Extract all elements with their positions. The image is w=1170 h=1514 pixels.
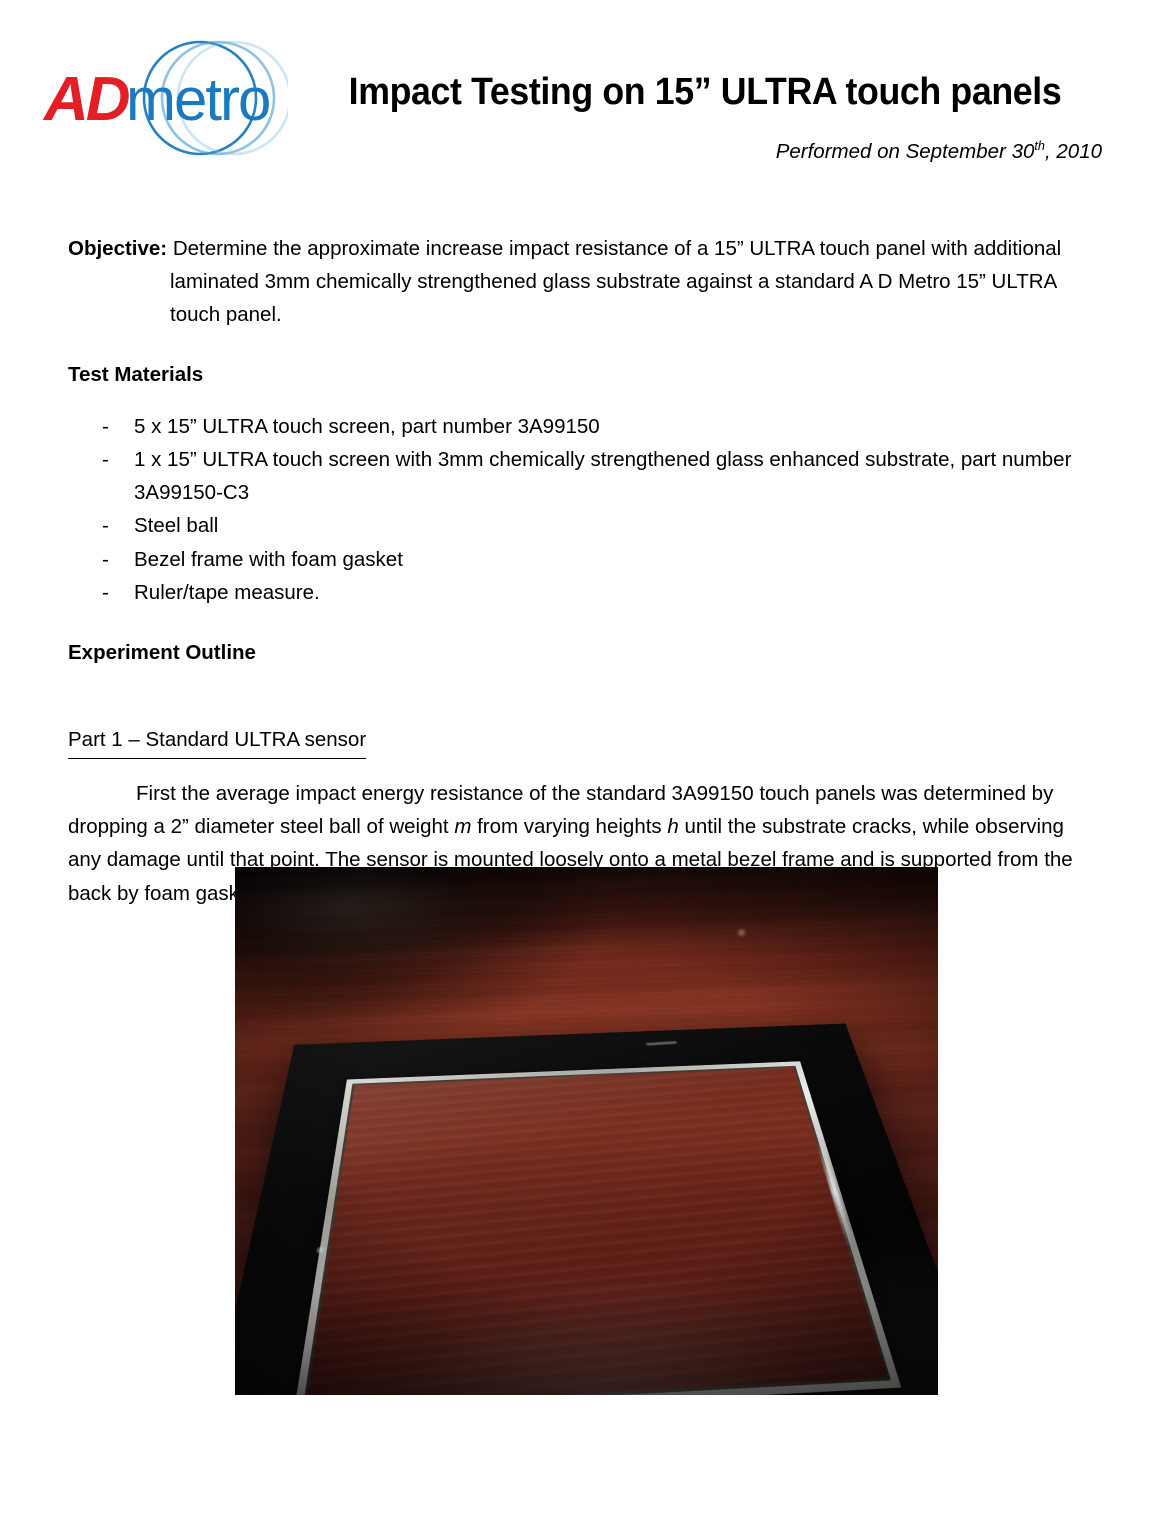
date-ordinal-suffix: th — [1034, 138, 1045, 153]
svg-text:AD: AD — [42, 65, 130, 134]
table-light-sheen — [235, 867, 523, 973]
list-item: - Steel ball — [68, 509, 1102, 542]
list-item: - Bezel frame with foam gasket — [68, 543, 1102, 576]
list-item-text: Steel ball — [134, 514, 218, 537]
bezel-top-mark — [646, 1041, 677, 1045]
glass-window — [293, 1061, 902, 1395]
objective-text: Determine the approximate increase impac… — [167, 237, 1061, 326]
touch-panel-bezel — [235, 1023, 938, 1395]
list-item: -1 x 15” ULTRA touch screen with 3mm che… — [68, 443, 1102, 509]
objective-label: Objective: — [68, 237, 167, 260]
variable-h: h — [667, 815, 678, 838]
admetro-logo: AD metro — [38, 28, 288, 168]
document-date: Performed on September 30th, 2010 — [300, 140, 1102, 164]
date-prefix: Performed on September 30 — [776, 140, 1035, 163]
document-header: AD metro Impact Testing on 15” ULTRA tou… — [0, 0, 1170, 200]
test-materials-list: - 5 x 15” ULTRA touch screen, part number… — [68, 410, 1102, 609]
list-item-text: Bezel frame with foam gasket — [134, 548, 403, 571]
svg-text:metro: metro — [126, 66, 269, 133]
list-item: - Ruler/tape measure. — [68, 576, 1102, 609]
date-year: , 2010 — [1045, 140, 1102, 163]
document-page: AD metro Impact Testing on 15” ULTRA tou… — [0, 0, 1170, 1514]
list-item: - 5 x 15” ULTRA touch screen, part number… — [68, 410, 1102, 443]
dust-speck — [738, 929, 745, 936]
objective-paragraph: Objective: Determine the approximate inc… — [68, 232, 1102, 331]
list-item-text: Ruler/tape measure. — [134, 581, 320, 604]
test-materials-heading: Test Materials — [68, 359, 1102, 392]
experiment-outline-heading: Experiment Outline — [68, 637, 1102, 670]
document-body: Objective: Determine the approximate inc… — [68, 232, 1102, 910]
variable-m: m — [454, 815, 471, 838]
para-segment-2: from varying heights — [471, 815, 667, 838]
page-title: Impact Testing on 15” ULTRA touch panels — [324, 72, 1085, 113]
list-item-text: 5 x 15” ULTRA touch screen, part number … — [134, 415, 600, 438]
part1-heading-wrap: Part 1 – Standard ULTRA sensor — [68, 696, 1102, 759]
list-item-text: 1 x 15” ULTRA touch screen with 3mm chem… — [134, 448, 1071, 504]
photo-wood-table — [235, 867, 938, 1395]
figure-touch-panel-photo — [235, 867, 938, 1395]
bullet-dash: - — [102, 509, 109, 542]
bullet-dash: - — [102, 443, 109, 476]
bullet-dash: - — [102, 576, 109, 609]
bullet-dash: - — [102, 543, 109, 576]
part1-heading: Part 1 – Standard ULTRA sensor — [68, 724, 366, 759]
bullet-dash: - — [102, 410, 109, 443]
